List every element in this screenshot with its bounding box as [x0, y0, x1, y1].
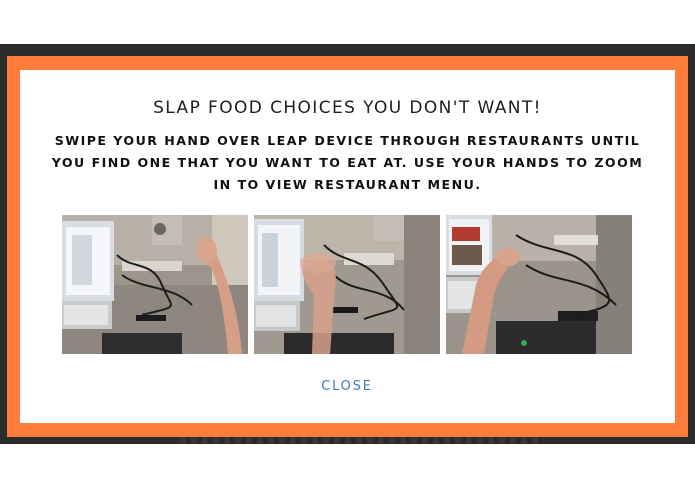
modal-description: SWIPE YOUR HAND OVER LEAP DEVICE THROUGH… [51, 133, 644, 192]
close-button[interactable]: CLOSE [297, 375, 397, 399]
demo-photo-strip [62, 215, 632, 354]
modal-title: SLAP FOOD CHOICES YOU DON'T WANT! [153, 98, 542, 118]
demo-photo-hand-swiping [254, 215, 440, 354]
demo-photo-hand-over-device [446, 215, 632, 354]
instructions-modal: SLAP FOOD CHOICES YOU DON'T WANT! SWIPE … [20, 70, 675, 423]
demo-photo-hand-raised [62, 215, 248, 354]
